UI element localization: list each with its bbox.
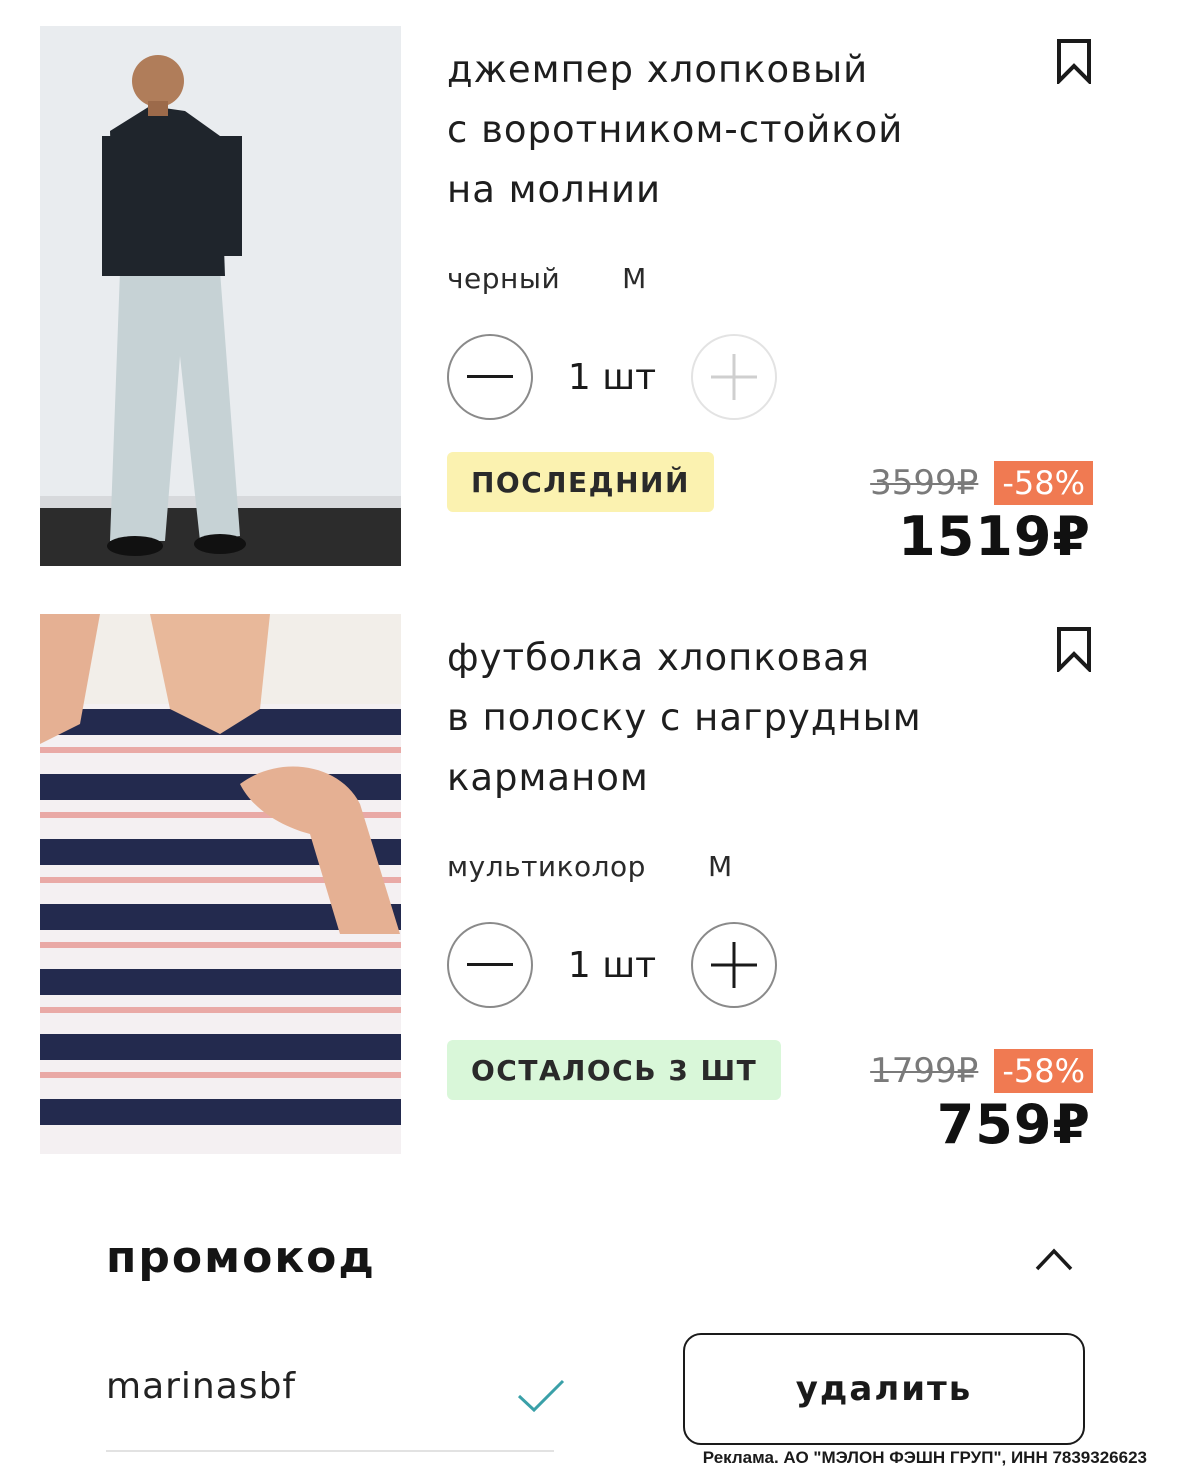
product-attributes: черный M: [447, 262, 647, 295]
quantity-value: 1 шт: [567, 356, 657, 398]
promo-section-title: промокод: [106, 1232, 376, 1283]
plus-icon: [711, 942, 757, 988]
decrease-quantity-button[interactable]: [447, 922, 533, 1008]
product-size: M: [707, 850, 733, 883]
current-price: 759₽: [936, 1093, 1091, 1156]
product-color: черный: [447, 262, 561, 295]
product-title-line: на молнии: [447, 168, 662, 211]
product-attributes: мультиколор M: [447, 850, 733, 883]
product-title[interactable]: джемпер хлопковый с воротником-стойкой н…: [447, 40, 1007, 220]
discount-badge: -58%: [994, 461, 1093, 505]
remove-promo-button[interactable]: удалить: [683, 1333, 1085, 1445]
bookmark-icon[interactable]: [1056, 626, 1092, 672]
increase-quantity-button[interactable]: [691, 922, 777, 1008]
price-old-row: 3599₽ -58%: [870, 461, 1093, 505]
stock-badge: ОСТАЛОСЬ 3 ШТ: [447, 1040, 782, 1100]
stock-badge: ПОСЛЕДНИЙ: [447, 452, 714, 512]
plus-icon: [711, 354, 757, 400]
cart-item: джемпер хлопковый с воротником-стойкой н…: [0, 0, 1179, 568]
product-color: мультиколор: [447, 850, 646, 883]
product-image[interactable]: [40, 614, 401, 1154]
increase-quantity-button[interactable]: [691, 334, 777, 420]
chevron-up-icon[interactable]: [1034, 1246, 1074, 1272]
quantity-value: 1 шт: [567, 944, 657, 986]
decrease-quantity-button[interactable]: [447, 334, 533, 420]
promo-input-underline: [106, 1450, 554, 1452]
product-title-line: карманом: [447, 756, 649, 799]
product-title-line: футболка хлопковая: [447, 636, 871, 679]
product-image[interactable]: [40, 26, 401, 566]
quantity-stepper: 1 шт: [447, 332, 777, 422]
bookmark-icon[interactable]: [1056, 38, 1092, 84]
minus-icon: [467, 375, 513, 378]
quantity-stepper: 1 шт: [447, 920, 777, 1010]
product-title-line: в полоску с нагрудным: [447, 696, 922, 739]
old-price: 1799₽: [870, 1051, 979, 1091]
current-price: 1519₽: [898, 505, 1091, 568]
cart-item: футболка хлопковая в полоску с нагрудным…: [0, 588, 1179, 1156]
product-title-line: с воротником-стойкой: [447, 108, 904, 151]
product-title-line: джемпер хлопковый: [447, 48, 869, 91]
minus-icon: [467, 963, 513, 966]
promo-code-value[interactable]: marinasbf: [106, 1366, 296, 1407]
price-old-row: 1799₽ -58%: [870, 1049, 1093, 1093]
product-size: M: [622, 262, 647, 295]
discount-badge: -58%: [994, 1049, 1093, 1093]
product-title[interactable]: футболка хлопковая в полоску с нагрудным…: [447, 628, 1007, 808]
ad-disclaimer: Реклама. АО "МЭЛОН ФЭШН ГРУП", ИНН 78393…: [702, 1448, 1147, 1467]
old-price: 3599₽: [870, 463, 979, 503]
check-icon: [517, 1379, 565, 1413]
